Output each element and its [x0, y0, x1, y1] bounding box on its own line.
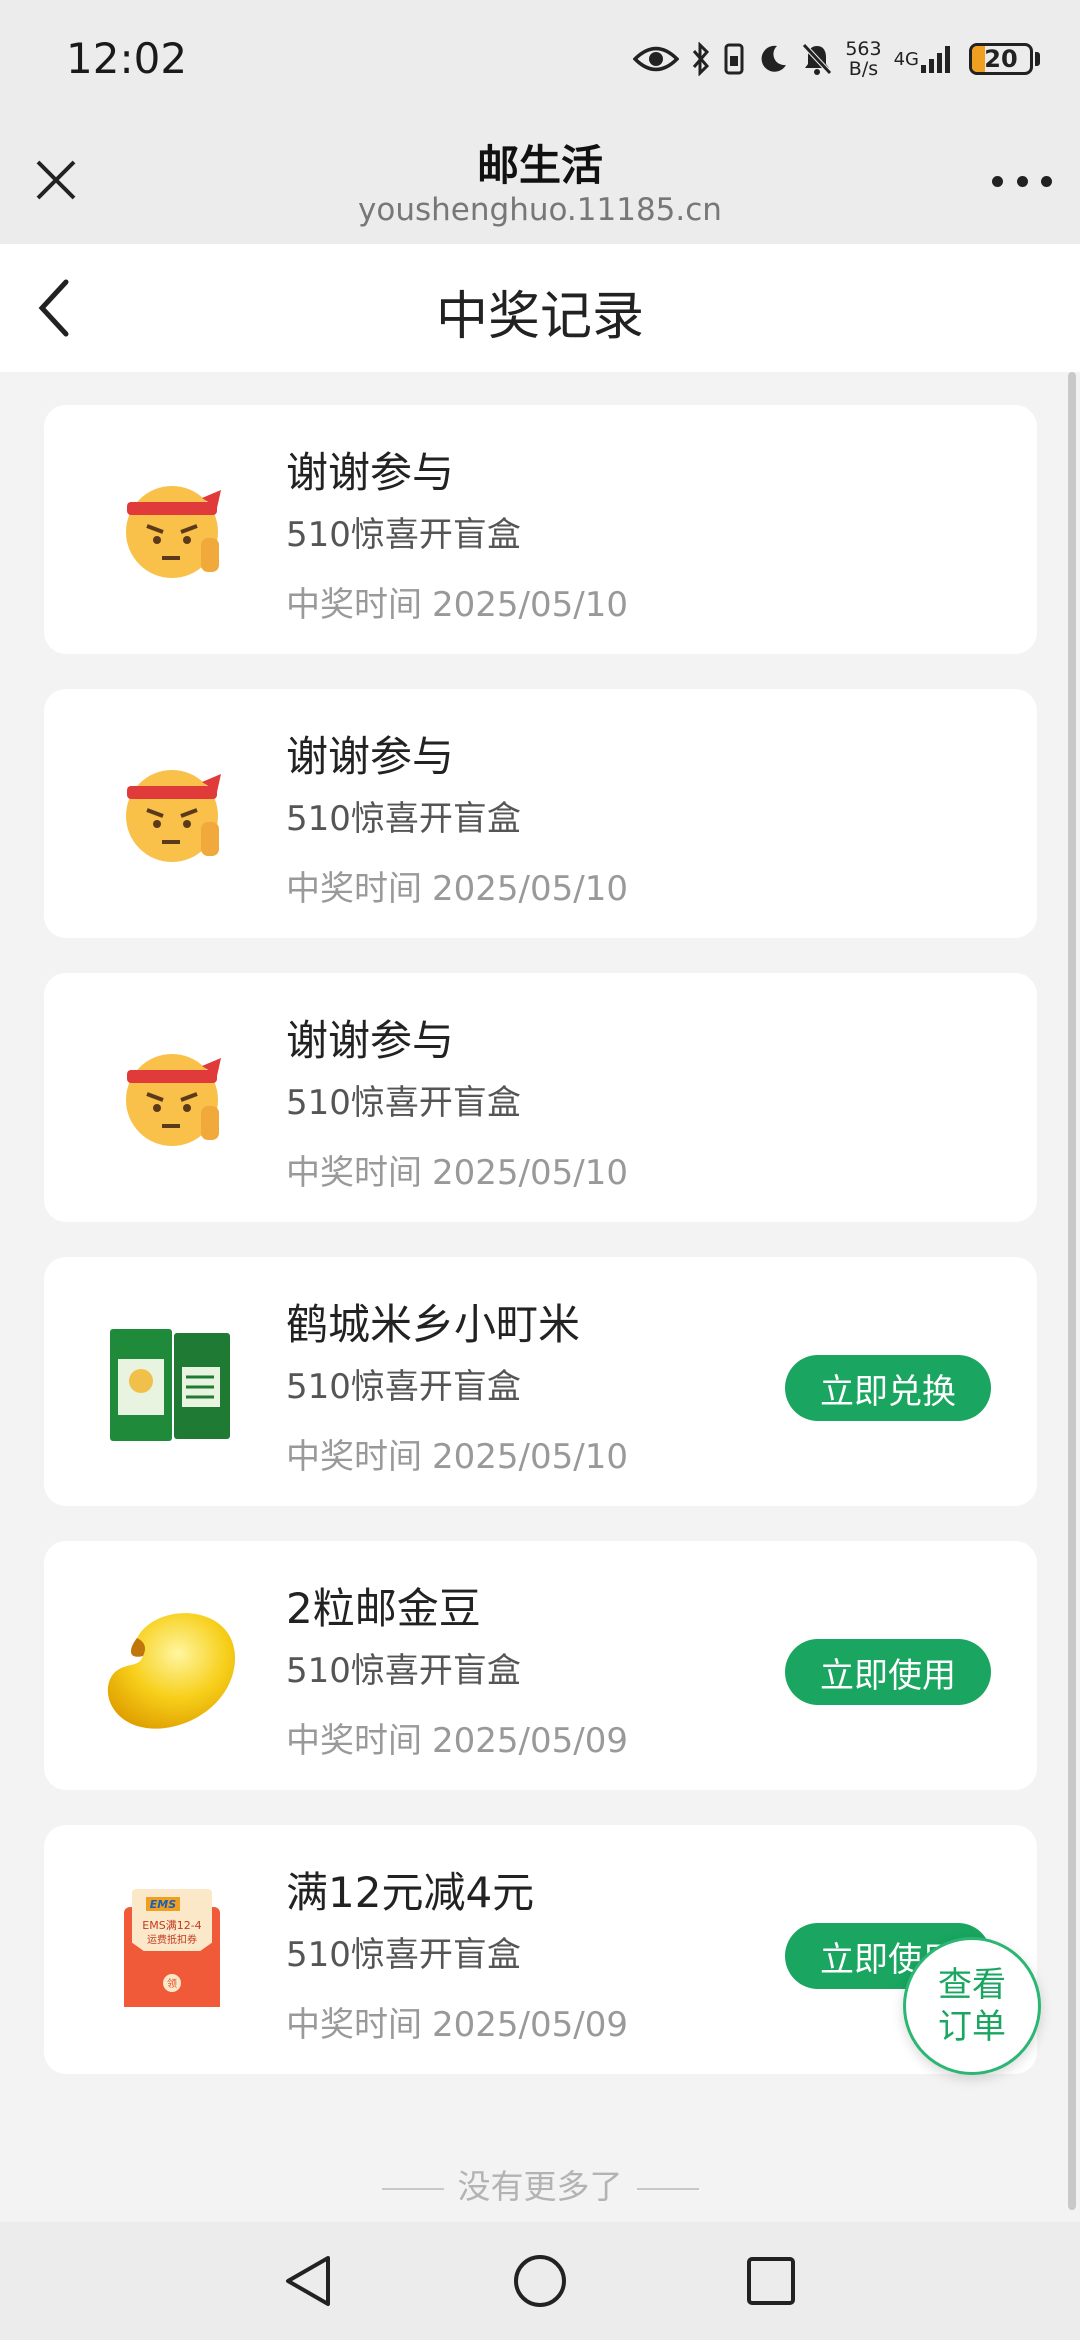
browser-url: youshenghuo.11185.cn [358, 192, 722, 228]
record-card: 谢谢参与 510惊喜开盲盒 中奖时间 2025/05/10 [44, 689, 1037, 938]
coupon-seal: 领 [167, 1977, 177, 1990]
record-title: 鹤城米乡小町米 [286, 1300, 581, 1349]
record-subtitle: 510惊喜开盲盒 [286, 1935, 521, 1975]
network-type: 4G [893, 48, 919, 70]
record-time: 中奖时间 2025/05/10 [286, 1429, 628, 1478]
network-speed: 563 B/s [845, 39, 881, 79]
record-card: EMS EMS满12-4 运费抵扣券 领 满12元减4元 510惊喜开盲盒 中奖… [44, 1825, 1037, 2074]
more-icon[interactable] [992, 166, 1052, 196]
record-title: 2粒邮金豆 [286, 1584, 481, 1633]
battery-icon: 20 [969, 43, 1040, 75]
record-title: 谢谢参与 [286, 732, 455, 781]
time-label: 中奖时间 [286, 2005, 422, 2045]
no-more-label: 没有更多了 [457, 2167, 623, 2206]
emoji-face-icon [92, 733, 252, 893]
mute-icon [801, 42, 833, 76]
record-title: 谢谢参与 [286, 1016, 455, 1065]
record-time: 中奖时间 2025/05/10 [286, 1145, 628, 1194]
emoji-face-icon [92, 449, 252, 609]
gold-bean-image [92, 1585, 252, 1745]
nav-back-icon[interactable] [278, 2250, 340, 2312]
record-subtitle: 510惊喜开盲盒 [286, 515, 521, 555]
record-time: 中奖时间 2025/05/10 [286, 861, 628, 910]
status-icons: 563 B/s 4G 20 [633, 34, 1040, 84]
redeem-button[interactable]: 立即兑换 [785, 1355, 991, 1421]
vibrate-icon [723, 42, 745, 76]
time-value: 2025/05/10 [432, 585, 628, 625]
divider [636, 2187, 699, 2190]
time-label: 中奖时间 [286, 869, 422, 909]
record-time: 中奖时间 2025/05/09 [286, 1713, 628, 1762]
time-value: 2025/05/09 [432, 1721, 628, 1761]
record-card: 谢谢参与 510惊喜开盲盒 中奖时间 2025/05/10 [44, 973, 1037, 1222]
nav-home-icon[interactable] [509, 2250, 571, 2312]
emoji-face-icon [92, 1017, 252, 1177]
record-card: 谢谢参与 510惊喜开盲盒 中奖时间 2025/05/10 [44, 405, 1037, 654]
eye-icon [633, 44, 680, 74]
speed-value: 563 [845, 38, 882, 60]
fab-line1: 查看 [938, 1965, 1006, 2005]
scrollbar[interactable] [1068, 372, 1076, 2210]
time-value: 2025/05/10 [432, 869, 628, 909]
use-button[interactable]: 立即使用 [785, 1639, 991, 1705]
nav-recents-icon[interactable] [740, 2250, 802, 2312]
time-label: 中奖时间 [286, 585, 422, 625]
moon-icon [757, 43, 789, 75]
time-label: 中奖时间 [286, 1437, 422, 1477]
battery-level: 20 [984, 45, 1018, 73]
rice-bag-image [92, 1301, 252, 1461]
record-title: 满12元减4元 [286, 1868, 535, 1917]
record-subtitle: 510惊喜开盲盒 [286, 1651, 521, 1691]
coupon-line2: 运费抵扣券 [147, 1933, 197, 1946]
navigation-bar [0, 2222, 1080, 2340]
status-bar: 12:02 563 B/s 4G 20 [0, 0, 1080, 118]
record-time: 中奖时间 2025/05/10 [286, 577, 628, 626]
ems-coupon-image: EMS EMS满12-4 运费抵扣券 领 [92, 1869, 252, 2029]
time-label: 中奖时间 [286, 1153, 422, 1193]
fab-line2: 订单 [938, 2007, 1006, 2047]
coupon-brand: EMS [150, 1898, 176, 1911]
time-value: 2025/05/10 [432, 1153, 628, 1193]
no-more-text: 没有更多了 [0, 2160, 1080, 2208]
time-label: 中奖时间 [286, 1721, 422, 1761]
divider [381, 2187, 444, 2190]
record-title: 谢谢参与 [286, 448, 455, 497]
coupon-line1: EMS满12-4 [142, 1919, 201, 1932]
page-title: 中奖记录 [435, 287, 644, 347]
record-subtitle: 510惊喜开盲盒 [286, 1367, 521, 1407]
page-header: 中奖记录 [0, 244, 1080, 372]
bluetooth-icon [691, 42, 711, 76]
browser-bar: 邮生活 youshenghuo.11185.cn [0, 118, 1080, 244]
record-card: 2粒邮金豆 510惊喜开盲盒 中奖时间 2025/05/09 立即使用 [44, 1541, 1037, 1790]
record-card: 鹤城米乡小町米 510惊喜开盲盒 中奖时间 2025/05/10 立即兑换 [44, 1257, 1037, 1506]
browser-title: 邮生活 [476, 141, 603, 190]
view-orders-button[interactable]: 查看 订单 [903, 1937, 1041, 2075]
record-subtitle: 510惊喜开盲盒 [286, 799, 521, 839]
record-subtitle: 510惊喜开盲盒 [286, 1083, 521, 1123]
record-time: 中奖时间 2025/05/09 [286, 1997, 628, 2046]
signal-icon: 4G [894, 43, 957, 75]
status-time: 12:02 [66, 34, 188, 83]
time-value: 2025/05/10 [432, 1437, 628, 1477]
records-list: 谢谢参与 510惊喜开盲盒 中奖时间 2025/05/10 谢谢参与 510惊喜开… [44, 405, 1037, 2109]
speed-unit: B/s [848, 58, 879, 80]
time-value: 2025/05/09 [432, 2005, 628, 2045]
